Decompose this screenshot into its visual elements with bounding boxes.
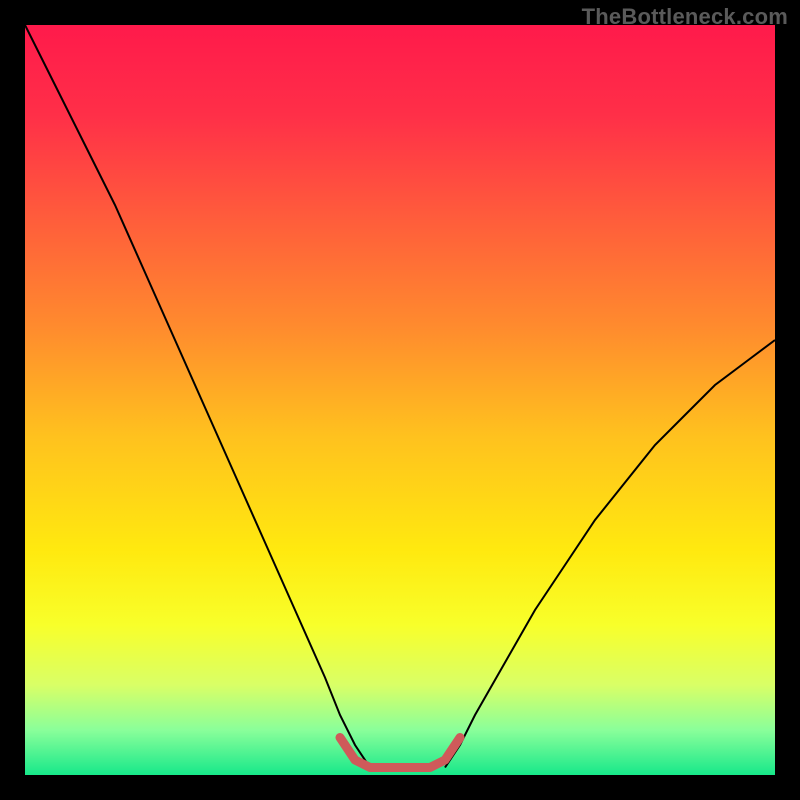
watermark-label: TheBottleneck.com bbox=[582, 4, 788, 30]
chart-frame: TheBottleneck.com bbox=[0, 0, 800, 800]
gradient-background bbox=[25, 25, 775, 775]
plot-area bbox=[25, 25, 775, 775]
bottleneck-chart bbox=[25, 25, 775, 775]
